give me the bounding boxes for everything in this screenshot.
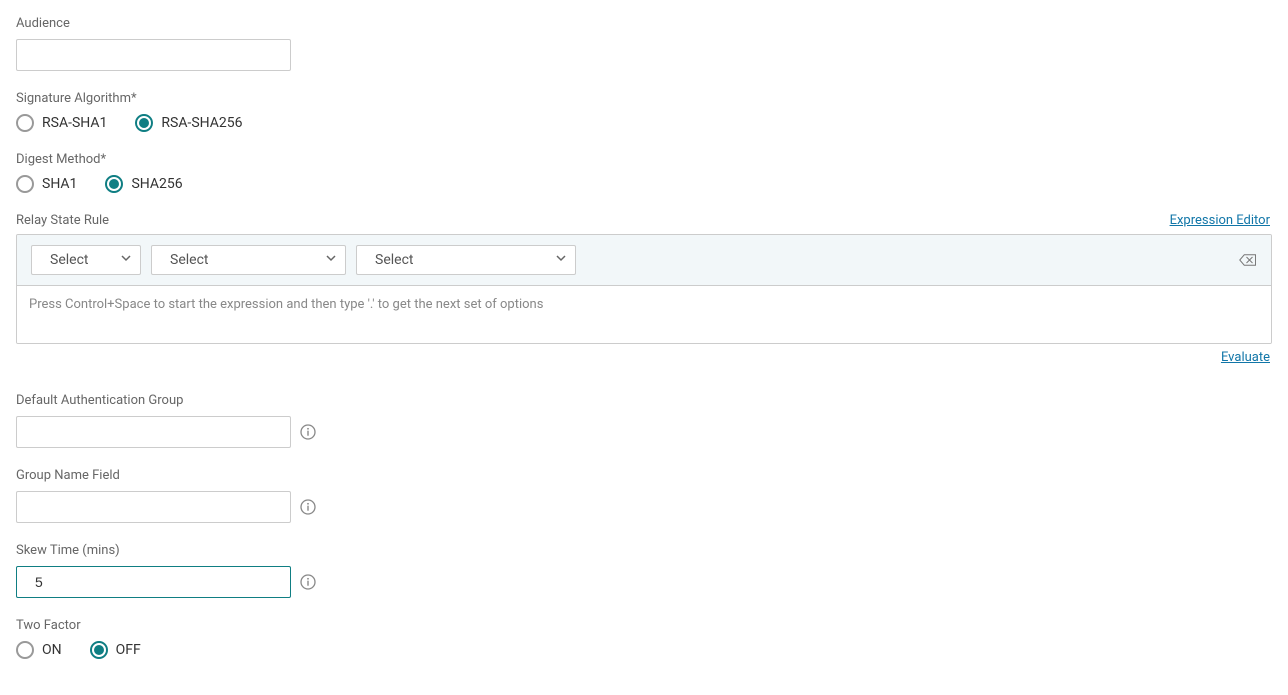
radio-two-factor-on[interactable]: ON bbox=[16, 641, 62, 659]
default-auth-group-input[interactable] bbox=[16, 416, 291, 448]
digest-method-label: Digest Method* bbox=[16, 152, 1272, 167]
signature-algorithm-label: Signature Algorithm* bbox=[16, 91, 1272, 106]
radio-label-rsa-sha1: RSA-SHA1 bbox=[42, 115, 107, 131]
group-name-field-label: Group Name Field bbox=[16, 468, 1272, 483]
signature-algorithm-group: Signature Algorithm* RSA-SHA1 RSA-SHA256 bbox=[16, 91, 1272, 132]
two-factor-radios: ON OFF bbox=[16, 641, 1272, 659]
group-name-field-row bbox=[16, 491, 1272, 523]
evaluate-link[interactable]: Evaluate bbox=[1221, 350, 1270, 365]
relay-state-rule-group: Relay State Rule Expression Editor Selec… bbox=[16, 213, 1272, 365]
audience-label: Audience bbox=[16, 16, 1272, 31]
chevron-down-icon bbox=[555, 252, 567, 268]
radio-label-rsa-sha256: RSA-SHA256 bbox=[161, 115, 242, 131]
info-icon[interactable] bbox=[299, 573, 317, 591]
radio-rsa-sha1[interactable]: RSA-SHA1 bbox=[16, 114, 107, 132]
expression-placeholder: Press Control+Space to start the express… bbox=[29, 297, 543, 312]
info-icon[interactable] bbox=[299, 498, 317, 516]
relay-state-rule-label: Relay State Rule bbox=[16, 213, 109, 228]
skew-time-label: Skew Time (mins) bbox=[16, 543, 1272, 558]
audience-input[interactable] bbox=[16, 39, 291, 71]
radio-icon bbox=[105, 175, 123, 193]
expression-editor-link[interactable]: Expression Editor bbox=[1170, 213, 1270, 228]
expression-builder-toolbar: Select Select Select bbox=[17, 235, 1271, 285]
relay-select-2[interactable]: Select bbox=[151, 245, 346, 275]
skew-time-group: Skew Time (mins) bbox=[16, 543, 1272, 598]
radio-rsa-sha256[interactable]: RSA-SHA256 bbox=[135, 114, 242, 132]
digest-method-group: Digest Method* SHA1 SHA256 bbox=[16, 152, 1272, 193]
radio-label-off: OFF bbox=[116, 642, 141, 658]
relay-header: Relay State Rule Expression Editor bbox=[16, 213, 1272, 228]
group-name-field-group: Group Name Field bbox=[16, 468, 1272, 523]
radio-icon bbox=[16, 175, 34, 193]
radio-icon bbox=[135, 114, 153, 132]
radio-label-sha256: SHA256 bbox=[131, 176, 182, 192]
radio-sha1[interactable]: SHA1 bbox=[16, 175, 77, 193]
default-auth-group-label: Default Authentication Group bbox=[16, 393, 1272, 408]
relay-select-2-value: Select bbox=[170, 252, 208, 268]
signature-algorithm-radios: RSA-SHA1 RSA-SHA256 bbox=[16, 114, 1272, 132]
skew-time-input[interactable] bbox=[16, 566, 291, 598]
expression-builder: Select Select Select Pr bbox=[16, 234, 1272, 344]
skew-time-row bbox=[16, 566, 1272, 598]
two-factor-group: Two Factor ON OFF bbox=[16, 618, 1272, 659]
radio-icon bbox=[16, 641, 34, 659]
radio-label-sha1: SHA1 bbox=[42, 176, 77, 192]
chevron-down-icon bbox=[325, 252, 337, 268]
chevron-down-icon bbox=[120, 252, 132, 268]
radio-icon bbox=[90, 641, 108, 659]
radio-label-on: ON bbox=[42, 642, 62, 658]
group-name-field-input[interactable] bbox=[16, 491, 291, 523]
radio-two-factor-off[interactable]: OFF bbox=[90, 641, 141, 659]
evaluate-row: Evaluate bbox=[16, 350, 1272, 365]
radio-icon bbox=[16, 114, 34, 132]
relay-select-1[interactable]: Select bbox=[31, 245, 141, 275]
radio-sha256[interactable]: SHA256 bbox=[105, 175, 182, 193]
default-auth-group: Default Authentication Group bbox=[16, 393, 1272, 448]
relay-select-1-value: Select bbox=[50, 252, 88, 268]
default-auth-group-row bbox=[16, 416, 1272, 448]
clear-expression-button[interactable] bbox=[1239, 253, 1257, 267]
expression-textarea[interactable]: Press Control+Space to start the express… bbox=[17, 285, 1271, 343]
audience-group: Audience bbox=[16, 16, 1272, 71]
info-icon[interactable] bbox=[299, 423, 317, 441]
two-factor-label: Two Factor bbox=[16, 618, 1272, 633]
digest-method-radios: SHA1 SHA256 bbox=[16, 175, 1272, 193]
relay-select-3-value: Select bbox=[375, 252, 413, 268]
relay-select-3[interactable]: Select bbox=[356, 245, 576, 275]
